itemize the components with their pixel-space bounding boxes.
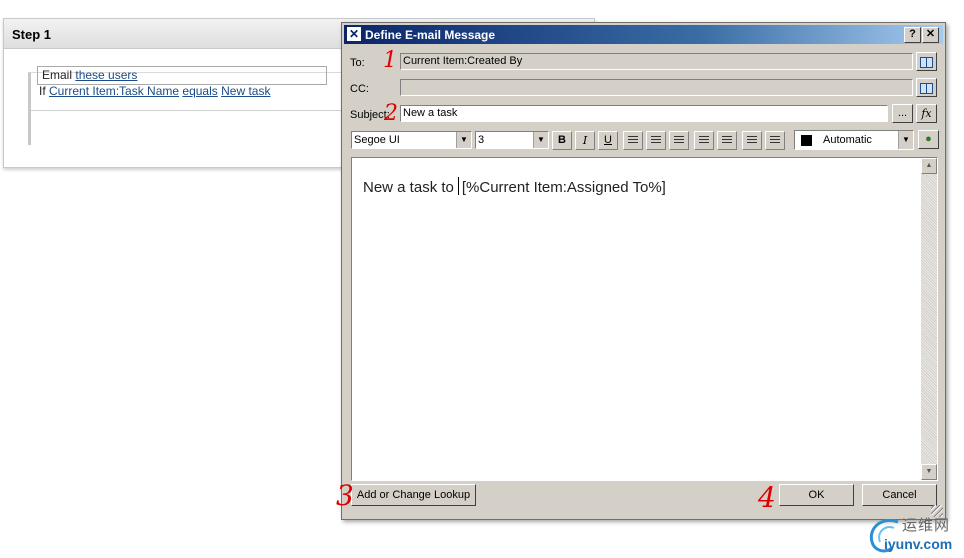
globe-link-icon: ● [925, 133, 932, 145]
insert-hyperlink-button[interactable]: ● [918, 130, 939, 149]
bullet-list-icon [722, 136, 732, 145]
cc-label: CC: [350, 83, 369, 95]
font-size-select[interactable]: 3 ▼ [475, 131, 549, 149]
align-center-icon [651, 136, 661, 145]
chevron-down-icon: ▼ [898, 131, 913, 149]
chevron-down-icon: ▼ [456, 132, 471, 148]
message-body-editor[interactable]: New a task to [%Current Item:Assigned To%… [351, 157, 938, 481]
dialog-titlebar[interactable]: ✕ Define E-mail Message ? ✕ [344, 25, 943, 44]
to-label: To: [350, 57, 365, 69]
condition-field-link[interactable]: Current Item:Task Name [49, 84, 179, 98]
numbered-list-button[interactable] [694, 131, 714, 150]
app-icon: ✕ [347, 27, 361, 41]
annotation-1: 1 [383, 48, 397, 73]
numbered-list-icon [699, 136, 709, 145]
font-color-value: Automatic [823, 134, 872, 146]
condition-value-link[interactable]: New task [221, 84, 270, 98]
font-size-value: 3 [478, 134, 485, 146]
divider [31, 110, 361, 111]
bold-button[interactable]: B [552, 131, 572, 150]
vertical-scrollbar[interactable]: ▲ ▼ [921, 158, 937, 480]
font-name-value: Segoe UI [354, 134, 400, 146]
annotation-2: 2 [384, 101, 398, 126]
annotation-4: 4 [758, 481, 776, 514]
formula-button[interactable]: fx [916, 104, 937, 123]
bullet-list-button[interactable] [717, 131, 737, 150]
body-lookup: [%Current Item:Assigned To%] [461, 179, 666, 196]
watermark-logo: 运维网 iyunv.com [862, 512, 962, 556]
to-address-book-button[interactable] [916, 52, 937, 71]
align-left-icon [628, 136, 638, 145]
scroll-down-icon[interactable]: ▼ [921, 464, 937, 480]
chevron-down-icon: ▼ [533, 132, 548, 148]
font-color-select[interactable]: Automatic ▼ [794, 130, 914, 150]
body-text: New a task to [363, 179, 454, 196]
align-left-button[interactable] [623, 131, 643, 150]
align-center-button[interactable] [646, 131, 666, 150]
decrease-indent-icon [747, 136, 757, 145]
increase-indent-button[interactable] [765, 131, 785, 150]
cc-address-book-button[interactable] [916, 78, 937, 97]
subject-field[interactable]: New a task [400, 105, 888, 122]
increase-indent-icon [770, 136, 780, 145]
align-right-button[interactable] [669, 131, 689, 150]
cancel-button[interactable]: Cancel [862, 484, 937, 506]
action-line[interactable]: Email these users [37, 66, 327, 85]
help-button[interactable]: ? [904, 27, 921, 43]
message-body[interactable]: New a task to [%Current Item:Assigned To%… [363, 177, 666, 196]
underline-button[interactable]: U [598, 131, 618, 150]
italic-button[interactable]: I [575, 131, 595, 150]
align-right-icon [674, 136, 684, 145]
cc-field[interactable] [400, 79, 913, 96]
watermark-url: iyunv.com [884, 536, 953, 552]
close-button[interactable]: ✕ [922, 27, 939, 43]
action-verb: Email [42, 68, 73, 82]
address-book-icon [920, 57, 933, 68]
if-keyword: If [39, 84, 46, 98]
add-change-lookup-button[interactable]: Add or Change Lookup [351, 484, 476, 506]
text-caret [457, 177, 459, 195]
condition-operator-link[interactable]: equals [182, 84, 217, 98]
decrease-indent-button[interactable] [742, 131, 762, 150]
scroll-up-icon[interactable]: ▲ [921, 158, 937, 174]
subject-builder-button[interactable]: ... [892, 104, 913, 123]
condition-line: If Current Item:Task Name equals New tas… [39, 84, 270, 98]
to-field[interactable]: Current Item:Created By [400, 53, 913, 70]
font-name-select[interactable]: Segoe UI ▼ [351, 131, 472, 149]
ok-button[interactable]: OK [779, 484, 854, 506]
define-email-dialog: ✕ Define E-mail Message ? ✕ To: Current … [341, 22, 946, 520]
address-book-icon [920, 83, 933, 94]
color-swatch [801, 135, 812, 146]
step-title: Step 1 [12, 27, 52, 42]
dialog-title: Define E-mail Message [365, 28, 496, 42]
action-target-link[interactable]: these users [75, 68, 137, 82]
watermark-chinese: 运维网 [902, 517, 951, 534]
annotation-3: 3 [336, 479, 354, 512]
